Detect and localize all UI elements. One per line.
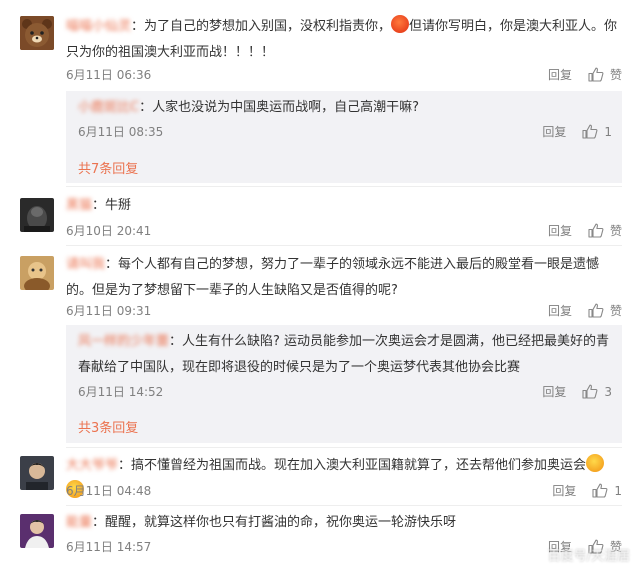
reply-button[interactable]: 回复 xyxy=(548,222,572,239)
like-count: 赞 xyxy=(609,224,622,238)
username[interactable]: 风一样的少年蕾 xyxy=(78,334,169,349)
username[interactable]: 能量 xyxy=(66,515,92,530)
thumbs-up-icon xyxy=(582,124,598,139)
comment-text: 黑猫：牛掰 xyxy=(66,198,132,213)
avatar[interactable] xyxy=(20,198,54,232)
reply-button[interactable]: 回复 xyxy=(552,482,576,499)
avatar[interactable] xyxy=(20,456,54,490)
timestamp: 6月11日 14:57 xyxy=(66,540,152,554)
timestamp: 6月11日 09:31 xyxy=(66,304,152,318)
more-replies-link[interactable]: 共7条回复 xyxy=(78,158,138,177)
username[interactable]: 喵喵小仙灵 xyxy=(66,19,131,34)
avatar[interactable] xyxy=(20,514,54,548)
thumbs-up-icon xyxy=(588,67,604,82)
comment-text: 喵喵小仙灵：为了自己的梦想加入别国，没权利指责你， 但请你写明白，你是澳大利亚人。… xyxy=(66,14,622,66)
divider xyxy=(66,245,622,246)
sub-reply-box: 小鹿斑比C：人家也没说为中国奥运而战啊，自己高潮干嘛? 6月11日 08:35 … xyxy=(66,91,622,183)
comment-text: 能量：醒醒，就算这样你也只有打酱油的命，祝你奥运一轮游快乐呀 xyxy=(66,515,457,530)
reply-button[interactable]: 回复 xyxy=(548,302,572,319)
more-replies-link[interactable]: 共3条回复 xyxy=(78,417,138,436)
grin-emoji xyxy=(586,454,605,472)
username[interactable]: 黑猫 xyxy=(66,198,92,213)
divider xyxy=(66,505,622,506)
username[interactable]: 大大爷爷 xyxy=(66,458,118,473)
reply-text: 风一样的少年蕾：人生有什么缺陷? 运动员能参加一次奥运会才是圆满，他已经把最美好… xyxy=(78,334,610,375)
like-count: 赞 xyxy=(609,68,622,82)
timestamp: 6月10日 20:41 xyxy=(66,224,152,238)
like-button[interactable]: 赞 xyxy=(588,222,622,239)
reply-button[interactable]: 回复 xyxy=(542,123,566,140)
like-count: 1 xyxy=(614,483,622,498)
reply-button[interactable]: 回复 xyxy=(542,383,566,400)
timestamp: 6月11日 04:48 xyxy=(66,484,152,498)
like-button[interactable]: 1 xyxy=(592,483,622,498)
like-count: 赞 xyxy=(609,304,622,318)
timestamp: 6月11日 08:35 xyxy=(78,125,164,139)
username[interactable]: 小鹿斑比C xyxy=(78,100,139,115)
like-button[interactable]: 赞 xyxy=(588,66,622,83)
sub-reply-box: 风一样的少年蕾：人生有什么缺陷? 运动员能参加一次奥运会才是圆满，他已经把最美好… xyxy=(66,325,622,443)
thumbs-up-icon xyxy=(588,223,604,238)
like-button[interactable]: 3 xyxy=(582,384,612,399)
thumbs-up-icon xyxy=(588,303,604,318)
angry-face-emoji xyxy=(391,15,410,33)
like-button[interactable]: 赞 xyxy=(588,302,622,319)
watermark: 百度号/天涯居 xyxy=(547,549,630,564)
divider xyxy=(66,447,622,448)
comment-text: 请叫我：每个人都有自己的梦想，努力了一辈子的领域永远不能进入最后的殿堂看一眼是遗… xyxy=(66,257,600,298)
timestamp: 6月11日 06:36 xyxy=(66,68,152,82)
thumbs-up-icon xyxy=(592,483,608,498)
like-button[interactable]: 1 xyxy=(582,124,612,139)
avatar[interactable] xyxy=(20,256,54,290)
reply-text: 小鹿斑比C：人家也没说为中国奥运而战啊，自己高潮干嘛? xyxy=(78,100,419,115)
reply-button[interactable]: 回复 xyxy=(548,66,572,83)
like-count: 1 xyxy=(604,124,612,139)
divider xyxy=(66,186,622,187)
like-count: 3 xyxy=(604,384,612,399)
username[interactable]: 请叫我 xyxy=(66,257,105,272)
timestamp: 6月11日 14:52 xyxy=(78,385,164,399)
avatar[interactable] xyxy=(20,16,54,50)
thumbs-up-icon xyxy=(582,384,598,399)
